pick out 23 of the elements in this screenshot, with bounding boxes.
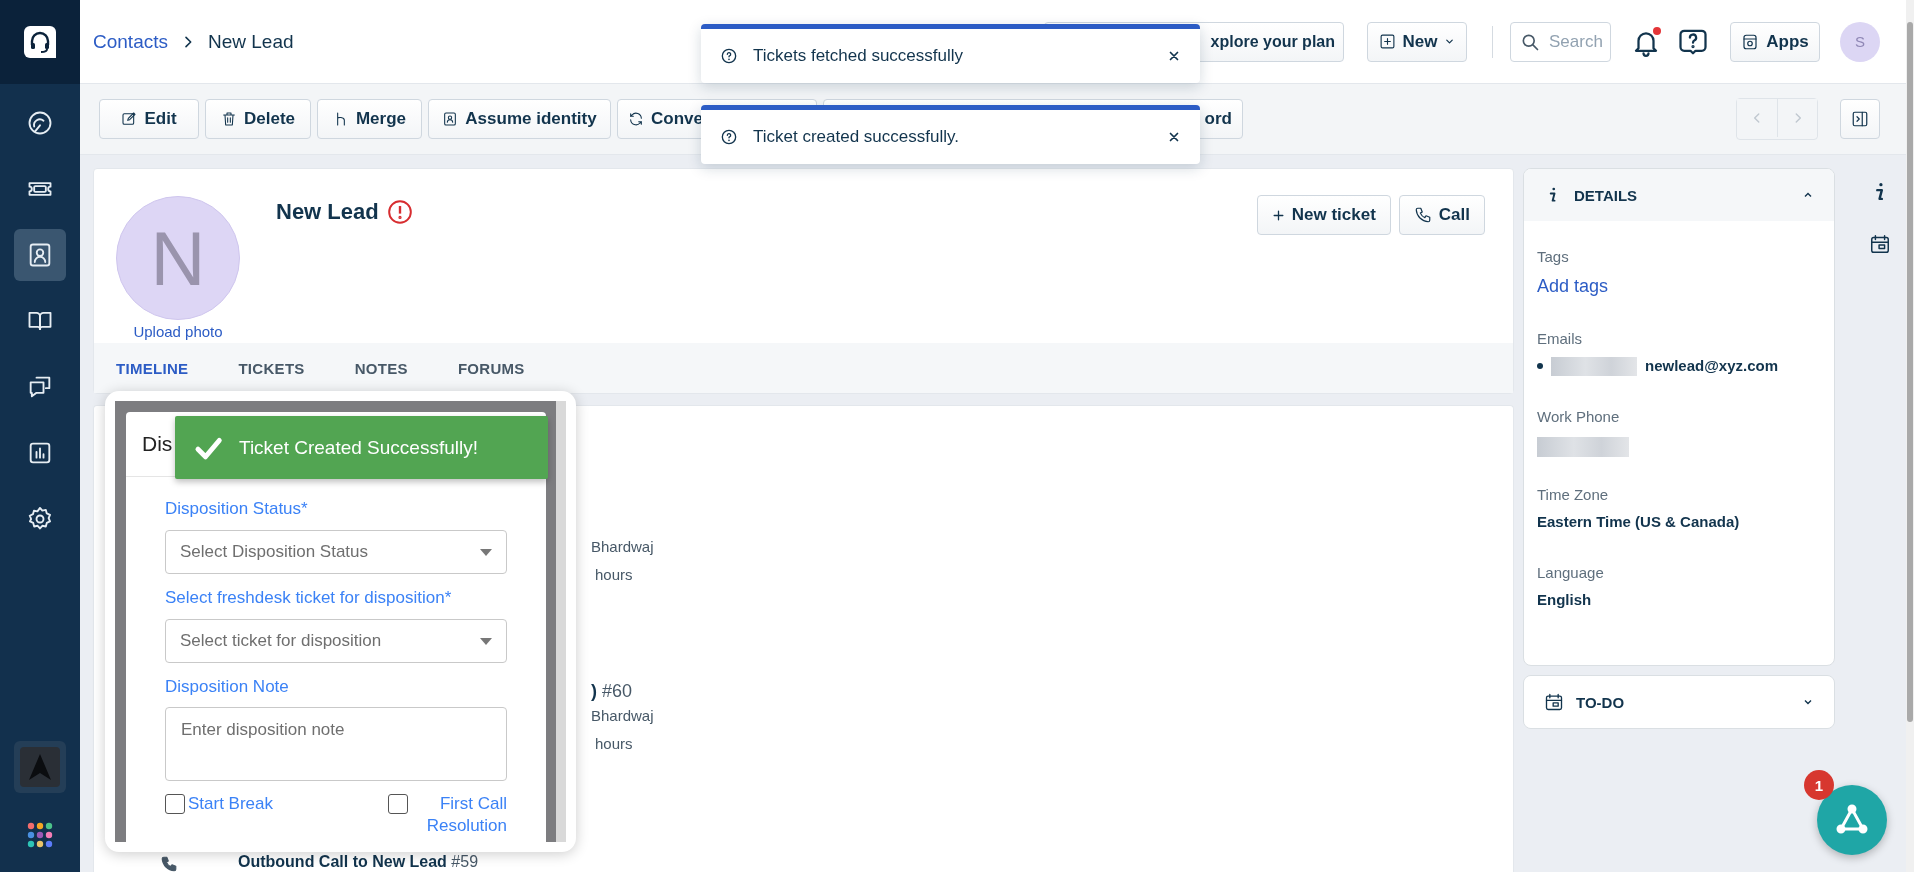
dialog-title: Dis (142, 432, 173, 456)
breadcrumb-current: New Lead (208, 30, 294, 53)
count-badge: 1 (1804, 770, 1834, 800)
toast-message: Ticket created successfully. (753, 127, 959, 147)
field-label: Select freshdesk ticket for disposition* (165, 587, 453, 609)
field-label: Language (1537, 563, 1605, 583)
contact-name: New Lead (276, 199, 379, 225)
field-label: Time Zone (1537, 485, 1610, 505)
field-label: Work Phone (1537, 407, 1621, 427)
field-label: Disposition Status* (165, 498, 309, 520)
field-label: Tags (1537, 247, 1570, 267)
field-label: Emails (1537, 329, 1583, 349)
toast-message: Tickets fetched successfully (753, 46, 964, 66)
field-value: English (1537, 590, 1593, 610)
contact-avatar: N (116, 196, 240, 320)
timeline-author: Bhardwaj (591, 706, 654, 726)
timeline-time: hours (594, 734, 633, 754)
field-value: Eastern Time (US & Canada) (1537, 512, 1741, 532)
timeline-author: Bhardwaj (591, 537, 654, 557)
email-value: newlead@xyz.com (1645, 356, 1778, 376)
field-label: Disposition Note (165, 676, 290, 698)
toast-message: Ticket Created Successfully! (239, 436, 478, 459)
timeline-time: hours (594, 565, 633, 585)
